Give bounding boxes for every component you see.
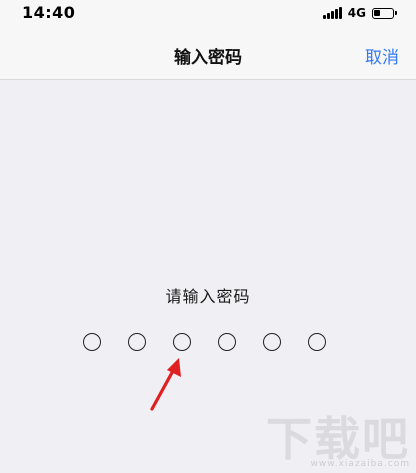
passcode-dot[interactable] [173,333,191,351]
passcode-dot[interactable] [308,333,326,351]
status-indicators: 4G [322,6,397,20]
passcode-dot[interactable] [218,333,236,351]
navigation-bar: 输入密码 取消 [0,26,416,80]
status-time: 14:40 [22,3,76,22]
page-title: 输入密码 [174,48,242,68]
passcode-prompt: 请输入密码 [165,287,251,306]
passcode-dots[interactable] [83,333,333,353]
passcode-screen: 14:40 4G 输入密码 取消 请输入密码 下载吧 www.xiazaiba.… [0,0,416,473]
battery-icon [372,7,397,19]
cancel-button[interactable]: 取消 [365,43,399,68]
status-bar: 14:40 4G [0,0,416,26]
cellular-signal-icon [322,7,343,19]
watermark-logo: 下载吧 [266,412,410,466]
passcode-dot[interactable] [263,333,281,351]
battery-level [374,9,380,16]
network-type: 4G [347,6,366,20]
watermark: 下载吧 www.xiazaiba.com [266,415,410,469]
passcode-dot[interactable] [128,333,146,351]
passcode-dot[interactable] [83,333,101,351]
red-arrow-icon [150,358,181,411]
